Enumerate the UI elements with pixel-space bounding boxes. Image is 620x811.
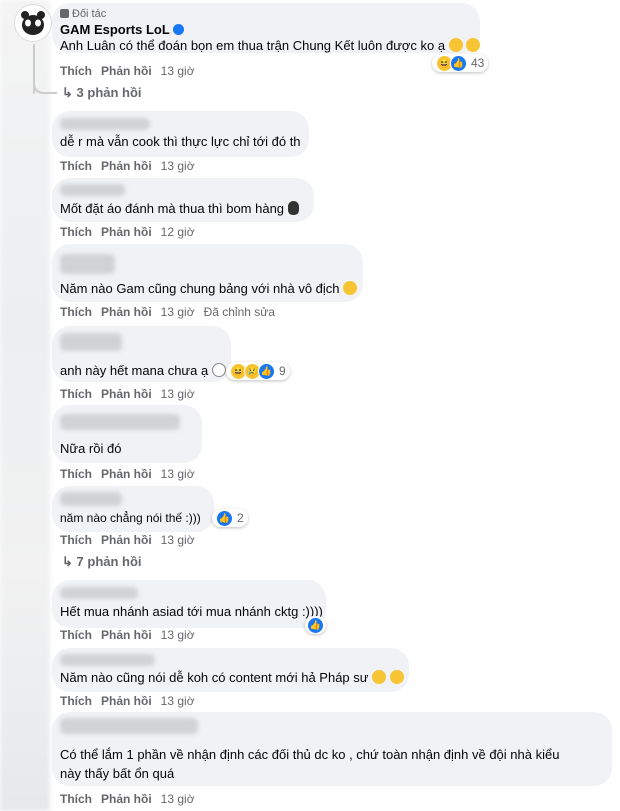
commenter-name-blurred[interactable]	[60, 333, 122, 351]
like-button[interactable]: Thích	[60, 467, 92, 481]
comment-actions: Thích Phản hồi 13 giờ	[60, 694, 204, 708]
comment-actions: Thích Phản hồi 13 giờ	[60, 387, 204, 401]
penguin-emoji-icon	[287, 201, 299, 215]
view-replies-link[interactable]: ↳ 3 phản hồi	[62, 85, 142, 101]
reply-arrow-icon: ↳	[62, 554, 73, 569]
partner-icon	[60, 9, 69, 18]
reply-button[interactable]: Phản hồi	[101, 159, 152, 173]
reply-button[interactable]: Phản hồi	[101, 305, 152, 319]
like-button[interactable]: Thích	[60, 305, 92, 319]
timestamp[interactable]: 13 giờ	[161, 694, 195, 708]
comment-text: năm nào chẳng nói thế :)))	[60, 511, 201, 525]
comment-text: Nữa rồi đó	[60, 441, 122, 456]
like-reaction-icon: 👍	[258, 362, 275, 380]
reply-button[interactable]: Phản hồi	[101, 467, 152, 481]
commenter-name-blurred[interactable]	[60, 587, 138, 599]
crying-emoji-icon	[466, 38, 481, 52]
reply-button[interactable]: Phản hồi	[101, 533, 152, 547]
verified-icon	[172, 24, 184, 35]
timestamp[interactable]: 13 giờ	[161, 533, 195, 547]
reaction-count[interactable]: 👍 2	[212, 509, 248, 527]
reply-button[interactable]: Phản hồi	[101, 792, 152, 806]
commenter-name-blurred[interactable]	[60, 492, 122, 506]
timestamp[interactable]: 13 giờ	[161, 792, 195, 806]
comment-text: Có thể lắm 1 phần về nhận định các đối t…	[60, 747, 560, 762]
like-button[interactable]: Thích	[60, 387, 92, 401]
reaction-count[interactable]: 😆 👍 43	[432, 54, 489, 72]
like-button[interactable]: Thích	[60, 225, 92, 239]
commenter-name-blurred[interactable]	[60, 254, 115, 274]
comment-text: dễ r mà vẫn cook thì thực lực chỉ tới đó…	[60, 134, 301, 149]
like-button[interactable]: Thích	[60, 159, 92, 173]
comment-text: Hết mua nhánh asiad tới mua nhánh cktg :…	[60, 604, 323, 619]
like-reaction-icon: 👍	[307, 616, 324, 634]
commenter-name-blurred[interactable]	[60, 118, 150, 130]
timestamp[interactable]: 12 giờ	[161, 225, 195, 239]
partner-badge: Đối tác	[60, 8, 106, 20]
crying-emoji-icon	[448, 38, 463, 52]
comment-actions: Thích Phản hồi 13 giờ	[60, 159, 204, 173]
commenter-name-blurred[interactable]	[60, 184, 125, 196]
timestamp[interactable]: 13 giờ	[161, 305, 195, 319]
comment-text: Mốt đặt áo đánh mà thua thì bom hàng	[60, 201, 299, 216]
like-button[interactable]: Thích	[60, 533, 92, 547]
comment-text: Năm nào cũng nói dễ koh có content mới h…	[60, 670, 404, 685]
reaction-count[interactable]: 👍	[305, 616, 326, 634]
edited-label[interactable]: Đã chỉnh sửa	[204, 305, 275, 319]
comment-text: này thấy bất ổn quá	[60, 766, 175, 781]
grinning-emoji-icon	[343, 281, 358, 295]
reply-button[interactable]: Phản hồi	[101, 387, 152, 401]
reaction-count[interactable]: 😆 😢 👍 9	[226, 362, 290, 380]
skull-emoji-icon	[211, 363, 226, 377]
reply-button[interactable]: Phản hồi	[101, 628, 152, 642]
commenter-name[interactable]: GAM Esports LoL	[60, 22, 184, 37]
timestamp[interactable]: 13 giờ	[161, 467, 195, 481]
timestamp[interactable]: 13 giờ	[161, 387, 195, 401]
comment-actions: Thích Phản hồi 13 giờ Đã chỉnh sửa	[60, 305, 284, 319]
commenter-name-blurred[interactable]	[60, 718, 198, 734]
rofl-emoji-icon	[372, 670, 387, 684]
comment-actions: Thích Phản hồi 13 giờ	[60, 792, 204, 806]
timestamp[interactable]: 13 giờ	[161, 64, 195, 78]
view-replies-link[interactable]: ↳ 7 phản hồi	[62, 554, 142, 570]
timestamp[interactable]: 13 giờ	[161, 159, 195, 173]
comment-text: anh này hết mana chưa ạ	[60, 363, 226, 378]
comment-text: Năm nào Gam cũng chung bảng với nhà vô đ…	[60, 281, 358, 296]
like-button[interactable]: Thích	[60, 694, 92, 708]
commenter-name-blurred[interactable]	[60, 654, 155, 666]
like-button[interactable]: Thích	[60, 64, 92, 78]
comment-actions: Thích Phản hồi 13 giờ	[60, 533, 204, 547]
reply-button[interactable]: Phản hồi	[101, 64, 152, 78]
thread-connector	[33, 78, 57, 94]
reply-button[interactable]: Phản hồi	[101, 694, 152, 708]
like-reaction-icon: 👍	[450, 54, 467, 72]
comment-actions: Thích Phản hồi 12 giờ	[60, 225, 204, 239]
comment-actions: Thích Phản hồi 13 giờ	[60, 628, 204, 642]
reply-button[interactable]: Phản hồi	[101, 225, 152, 239]
comment-actions: Thích Phản hồi 13 giờ	[60, 64, 204, 78]
timestamp[interactable]: 13 giờ	[161, 628, 195, 642]
blurred-left-edge	[0, 0, 50, 811]
like-button[interactable]: Thích	[60, 792, 92, 806]
comment-text: Anh Luân có thể đoán bọn em thua trận Ch…	[60, 38, 481, 53]
gam-avatar[interactable]	[14, 4, 52, 42]
reply-arrow-icon: ↳	[62, 85, 73, 100]
comment-actions: Thích Phản hồi 13 giờ	[60, 467, 204, 481]
rofl-emoji-icon	[389, 670, 404, 684]
commenter-name-blurred[interactable]	[60, 414, 180, 430]
like-button[interactable]: Thích	[60, 628, 92, 642]
like-reaction-icon: 👍	[216, 509, 233, 527]
